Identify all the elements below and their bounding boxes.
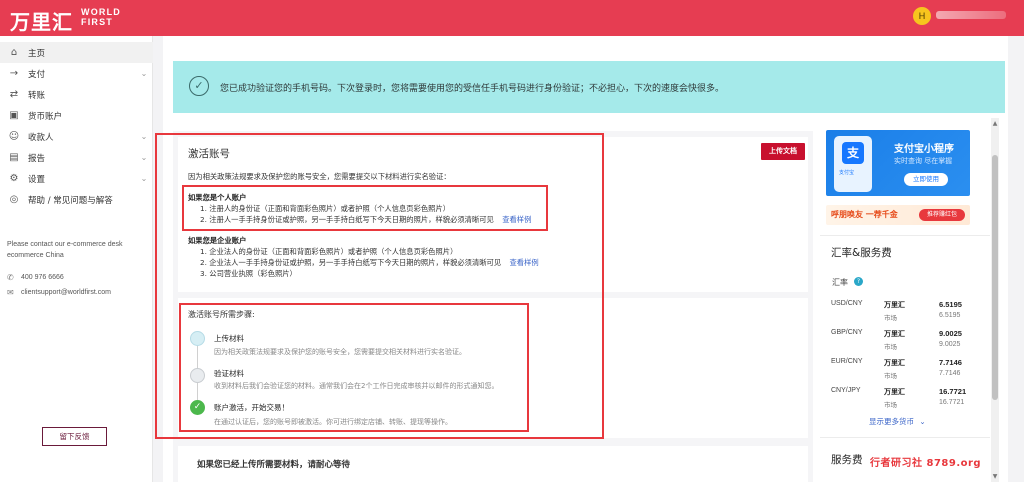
chevron-down-icon: ⌄ (140, 153, 148, 162)
scrollbar-thumb[interactable] (992, 155, 998, 400)
rate-brand-label: 万里汇 (884, 359, 905, 367)
sidebar: ⌂ 主页 → 支付 ⌄ ⇄ 转账 ▣ 货币账户 ☺ 收款人 ⌄ ▤ 报告 ⌄ ⚙… (0, 36, 153, 482)
scroll-down-icon[interactable]: ▼ (991, 473, 999, 481)
sidebar-item-settings[interactable]: ⚙ 设置 ⌄ (0, 168, 153, 189)
alipay-mini-program-banner[interactable]: 支 支付宝 支付宝小程序 实时查询 尽在掌握 立即使用 (826, 130, 970, 196)
watermark: 行者研习社 8789.org (870, 458, 982, 469)
top-bar: 万里汇 WORLD FIRST H (0, 0, 1024, 36)
rate-label: 汇率 (832, 278, 848, 287)
sidebar-item-payees[interactable]: ☺ 收款人 ⌄ (0, 126, 153, 147)
rates-section-title: 汇率&服务费 (831, 247, 892, 259)
rate-market-label: 市场 (884, 343, 897, 351)
show-more-currencies-link[interactable]: 显示更多货币 ⌄ (869, 416, 926, 427)
username-redacted[interactable] (936, 11, 1006, 19)
phone-icon: ✆ (7, 272, 14, 282)
arrow-right-icon: → (9, 68, 19, 79)
banner-message: 您已成功验证您的手机号码。下次登录时，您将需要使用您的受信任手机号码进行身份验证… (220, 84, 725, 94)
rate-pair: USD/CNY (831, 300, 863, 307)
rate-market-value: 7.7146 (939, 370, 961, 377)
rate-brand-label: 万里汇 (884, 388, 905, 396)
chevron-down-icon: ⌄ (140, 174, 148, 183)
referral-text: 呼朋唤友 一荐千金 (831, 210, 898, 219)
sidebar-item-transfer[interactable]: ⇄ 转账 (0, 84, 153, 105)
rate-market-value: 16.7721 (939, 399, 965, 406)
rate-worldfirst-value: 16.7721 (939, 387, 967, 396)
rate-market-label: 市场 (884, 314, 897, 322)
phone-contact[interactable]: ✆ 400 976 6666 (7, 271, 64, 283)
rate-worldfirst-value: 6.5195 (939, 300, 962, 309)
rate-brand-label: 万里汇 (884, 330, 905, 338)
rate-market-value: 9.0025 (939, 341, 961, 348)
alipay-logo-icon: 支 (842, 142, 864, 164)
rate-market-label: 市场 (884, 372, 897, 380)
referral-banner[interactable]: 呼朋唤友 一荐千金 推荐赚红包 (826, 205, 970, 225)
alipay-subtitle: 实时查询 尽在掌握 (894, 157, 953, 165)
transfer-icon: ⇄ (9, 89, 19, 100)
wallet-icon: ▣ (9, 110, 19, 121)
upload-documents-button[interactable]: 上传文档 (761, 143, 805, 160)
scroll-up-icon[interactable]: ▲ (991, 120, 999, 128)
sidebar-item-payment[interactable]: → 支付 ⌄ (0, 63, 153, 84)
chevron-down-icon: ⌄ (140, 132, 148, 141)
sidebar-item-reports[interactable]: ▤ 报告 ⌄ (0, 147, 153, 168)
divider (820, 235, 990, 236)
pending-message: 如果您已经上传所需要材料，请耐心等待 (197, 460, 351, 470)
rate-worldfirst-value: 7.7146 (939, 358, 962, 367)
home-icon: ⌂ (10, 47, 18, 58)
sidebar-item-home[interactable]: ⌂ 主页 (0, 42, 153, 63)
users-icon: ☺ (8, 131, 20, 142)
rate-brand-label: 万里汇 (884, 301, 905, 309)
help-icon: ◎ (9, 194, 19, 205)
report-icon: ▤ (9, 152, 19, 163)
avatar[interactable]: H (913, 7, 931, 25)
chevron-down-icon: ⌄ (140, 69, 148, 78)
rate-pair: GBP/CNY (831, 329, 863, 336)
alipay-title: 支付宝小程序 (894, 144, 954, 155)
divider (820, 437, 990, 438)
use-now-button[interactable]: 立即使用 (904, 173, 948, 186)
referral-button[interactable]: 推荐赚红包 (919, 209, 965, 221)
service-fee-title: 服务费 (831, 454, 863, 466)
rate-market-value: 6.5195 (939, 312, 961, 319)
email-contact[interactable]: ✉ clientsupport@worldfirst.com (7, 286, 111, 298)
alipay-logo-sub: 支付宝 (839, 170, 855, 176)
logo-en[interactable]: WORLD FIRST (81, 7, 121, 27)
feedback-button[interactable]: 留下反馈 (42, 427, 107, 446)
rate-market-label: 市场 (884, 401, 897, 409)
rate-pair: EUR/CNY (831, 358, 863, 365)
gear-icon: ⚙ (9, 173, 19, 184)
rate-worldfirst-value: 9.0025 (939, 329, 962, 338)
sidebar-item-help[interactable]: ◎ 帮助 / 常见问题与解答 (0, 189, 153, 210)
rate-pair: CNY/JPY (831, 387, 861, 394)
contact-note: Please contact our e-commerce desk ecomm… (7, 241, 123, 259)
logo-cn[interactable]: 万里汇 (10, 6, 73, 35)
chevron-down-icon: ⌄ (919, 417, 926, 426)
sidebar-item-currency-account[interactable]: ▣ 货币账户 (0, 105, 153, 126)
check-circle-icon: ✓ (189, 76, 209, 96)
mail-icon: ✉ (7, 287, 14, 297)
highlight-box-steps (179, 303, 529, 432)
highlight-box-personal (182, 185, 548, 231)
help-icon[interactable]: ? (854, 277, 863, 286)
